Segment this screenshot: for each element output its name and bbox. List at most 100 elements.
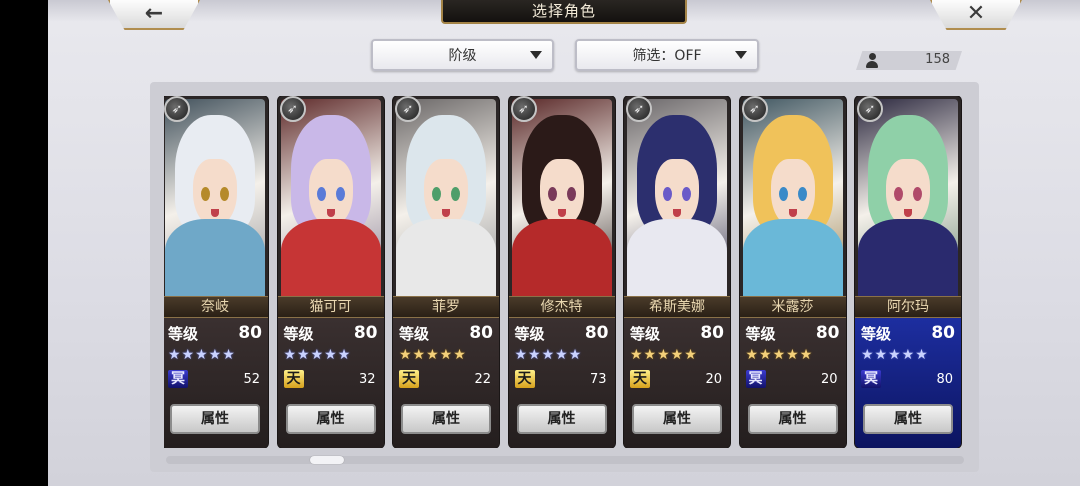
character-stats: 等级 80 ★★★★★ 冥 20 属性 bbox=[739, 318, 846, 448]
star-rating: ★★★★★ bbox=[168, 347, 236, 363]
level-row: 等级 80 bbox=[168, 323, 262, 345]
rank-icon: 天 bbox=[399, 370, 419, 388]
class-icon: ➶ bbox=[741, 96, 768, 122]
star-rating: ★★★★★ bbox=[514, 347, 583, 363]
level-value: 80 bbox=[815, 323, 840, 343]
character-card[interactable]: ➶ 菲罗 等级 80 ★★★★★ 天 22 属性 bbox=[393, 96, 499, 448]
portrait-eye bbox=[316, 187, 326, 201]
rank-icon: 冥 bbox=[168, 370, 188, 388]
card-count: 20 bbox=[820, 372, 838, 387]
star-rating: ★★★★★ bbox=[399, 347, 467, 363]
back-arrow-icon: ← bbox=[144, 0, 164, 26]
level-label: 等级 bbox=[399, 325, 430, 343]
card-count: 32 bbox=[358, 372, 376, 387]
attribute-button[interactable]: 属性 bbox=[516, 404, 607, 434]
attribute-button[interactable]: 属性 bbox=[170, 404, 260, 434]
character-name: 奈岐 bbox=[164, 296, 268, 318]
character-card[interactable]: ➶ 猫可可 等级 80 ★★★★★ 天 32 属性 bbox=[277, 96, 384, 448]
character-card[interactable]: ➶ 修杰特 等级 80 ★★★★★ 天 73 属性 bbox=[508, 96, 615, 448]
rank-icon: 天 bbox=[514, 370, 535, 388]
rank-icon: 冥 bbox=[861, 370, 881, 388]
filter-dropdown[interactable]: 筛选：OFF bbox=[575, 39, 759, 71]
level-value: 80 bbox=[238, 323, 262, 343]
attribute-button[interactable]: 属性 bbox=[285, 404, 376, 434]
star-rating: ★★★★★ bbox=[745, 347, 814, 363]
portrait-outfit bbox=[165, 219, 265, 299]
portrait-outfit bbox=[396, 219, 496, 299]
level-value: 80 bbox=[584, 323, 609, 343]
level-label: 等级 bbox=[283, 325, 314, 343]
level-row: 等级 80 bbox=[630, 323, 724, 345]
portrait-mouth bbox=[557, 209, 566, 217]
level-row: 等级 80 bbox=[399, 323, 493, 345]
portrait-outfit bbox=[742, 219, 843, 299]
filter-dropdown-label: 筛选：OFF bbox=[632, 48, 702, 64]
character-card[interactable]: ➶ 阿尔玛 等级 80 ★★★★★ 冥 80 属性 bbox=[855, 96, 961, 448]
game-screen: ← 选择角色 ✕ 阶级 筛选：OFF 158 ➶ 奈岐 等级 80 ★★★★★ 冥 52 属性… bbox=[48, 0, 1080, 486]
portrait-outfit bbox=[627, 219, 727, 299]
class-icon: ➶ bbox=[395, 96, 421, 122]
portrait-eye bbox=[432, 187, 441, 201]
portrait-eye bbox=[894, 187, 903, 201]
star-rating: ★★★★★ bbox=[630, 347, 698, 363]
attribute-button[interactable]: 属性 bbox=[401, 404, 491, 434]
rank-icon: 冥 bbox=[745, 370, 766, 388]
character-card[interactable]: ➶ 希斯美娜 等级 80 ★★★★★ 天 20 属性 bbox=[624, 96, 730, 448]
portrait-outfit bbox=[858, 219, 958, 299]
character-portrait bbox=[742, 99, 843, 299]
class-icon: ➶ bbox=[279, 96, 306, 122]
level-row: 等级 80 bbox=[515, 323, 609, 345]
portrait-eye bbox=[335, 187, 345, 201]
class-icon: ➶ bbox=[510, 96, 537, 122]
level-value: 80 bbox=[353, 323, 378, 343]
level-row: 等级 80 bbox=[746, 323, 840, 345]
back-button[interactable]: ← bbox=[108, 0, 200, 30]
level-row: 等级 80 bbox=[861, 323, 955, 345]
rank-dropdown[interactable]: 阶级 bbox=[371, 39, 554, 71]
rank-icon: 天 bbox=[630, 370, 650, 388]
portrait-eye bbox=[663, 187, 672, 201]
attribute-button[interactable]: 属性 bbox=[747, 404, 838, 434]
portrait-outfit bbox=[511, 219, 612, 299]
chevron-down-icon bbox=[735, 51, 747, 59]
portrait-eye bbox=[201, 187, 210, 201]
character-card[interactable]: ➶ 米露莎等级 80 ★★★★★ 冥 20 属性 bbox=[739, 96, 846, 448]
character-portrait bbox=[280, 99, 381, 299]
card-count: 80 bbox=[936, 372, 953, 387]
character-panel: ➶ 奈岐 等级 80 ★★★★★ 冥 52 属性 ➶ 猫可可 等级 80 ★★★★★ 天 32 属性 ➶ 菲罗 等级… bbox=[150, 82, 979, 472]
character-card[interactable]: ➶ 奈岐 等级 80 ★★★★★ 冥 52 属性 bbox=[164, 96, 268, 448]
card-list[interactable]: ➶ 奈岐 等级 80 ★★★★★ 冥 52 属性 ➶ 猫可可 等级 80 ★★★★★ 天 32 属性 ➶ 菲罗 等级… bbox=[164, 96, 964, 448]
character-name: 阿尔玛 bbox=[855, 296, 961, 318]
attribute-button[interactable]: 属性 bbox=[863, 404, 953, 434]
horizontal-scrollbar[interactable] bbox=[166, 456, 964, 464]
roster-count-badge: 158 bbox=[856, 51, 962, 70]
chevron-down-icon bbox=[530, 51, 542, 59]
close-button[interactable]: ✕ bbox=[930, 0, 1022, 30]
rank-icon: 天 bbox=[283, 370, 304, 388]
level-row: 等级 80 bbox=[284, 323, 378, 345]
portrait-mouth bbox=[211, 209, 219, 217]
star-rating: ★★★★★ bbox=[283, 347, 352, 363]
portrait-eye bbox=[451, 187, 460, 201]
portrait-mouth bbox=[442, 209, 450, 217]
class-icon: ➶ bbox=[164, 96, 190, 122]
portrait-eye bbox=[797, 187, 807, 201]
card-count: 22 bbox=[474, 372, 491, 387]
attribute-button[interactable]: 属性 bbox=[632, 404, 722, 434]
portrait-eye bbox=[220, 187, 229, 201]
character-stats: 等级 80 ★★★★★ 天 22 属性 bbox=[393, 318, 499, 448]
class-icon: ➶ bbox=[626, 96, 652, 122]
character-name: 米露莎 bbox=[739, 296, 846, 318]
page-title: 选择角色 bbox=[441, 0, 687, 24]
level-label: 等级 bbox=[630, 325, 661, 343]
portrait-mouth bbox=[904, 209, 912, 217]
character-stats: 等级 80 ★★★★★ 冥 80 属性 bbox=[855, 318, 961, 448]
portrait-eye bbox=[682, 187, 691, 201]
level-value: 80 bbox=[700, 323, 724, 343]
rank-dropdown-label: 阶级 bbox=[448, 48, 477, 64]
portrait-mouth bbox=[326, 209, 335, 217]
portrait-eye bbox=[566, 187, 576, 201]
character-portrait bbox=[396, 99, 496, 299]
level-label: 等级 bbox=[861, 325, 892, 343]
scrollbar-thumb[interactable] bbox=[310, 456, 344, 464]
